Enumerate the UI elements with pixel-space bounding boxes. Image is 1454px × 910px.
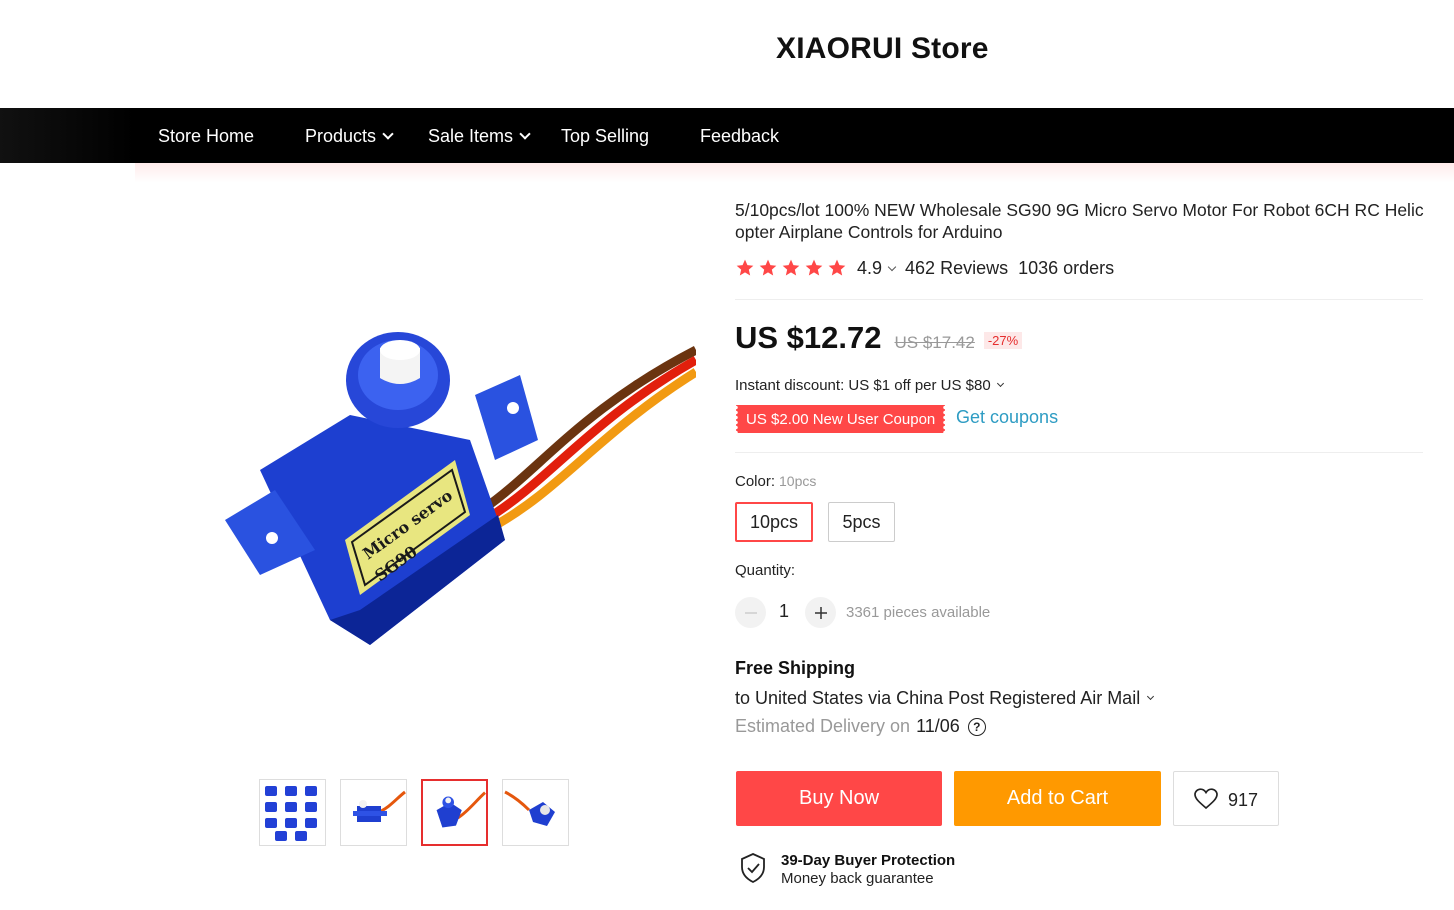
nav-label: Top Selling [561, 125, 650, 146]
nav-label: Sale Items [428, 125, 514, 146]
orders-count: 1036 orders [1018, 257, 1115, 278]
color-label: Color: 10pcs [735, 473, 816, 490]
thumbnail-strip [259, 779, 569, 846]
available-quantity: 3361 pieces available [846, 604, 991, 621]
shipping-title: Free Shipping [735, 658, 856, 678]
get-coupons-link[interactable]: Get coupons [956, 407, 1058, 428]
star-icon [759, 259, 777, 276]
rating-value[interactable]: 4.9 [857, 258, 882, 279]
nav-sale-items[interactable]: Sale Items [428, 125, 531, 147]
quantity-increase-button[interactable] [805, 597, 836, 628]
divider [735, 452, 1423, 453]
protection-subtitle: Money back guarantee [781, 870, 934, 887]
star-rating [735, 258, 847, 278]
thumbnail-front[interactable] [421, 779, 488, 846]
help-icon[interactable]: ? [967, 717, 986, 736]
reviews-link[interactable]: 462 Reviews [905, 258, 1008, 279]
rating-row: 4.9 462 Reviews 1036 orders [735, 256, 1114, 280]
color-label-text: Color: [735, 473, 776, 490]
product-title: 5/10pcs/lot 100% NEW Wholesale SG90 9G M… [735, 200, 1424, 242]
main-product-image[interactable]: Micro servo SG90 [220, 320, 699, 660]
buy-now-button[interactable]: Buy Now [736, 771, 942, 826]
servo-angle-thumbnail [504, 790, 555, 826]
star-icon [805, 259, 823, 276]
servo-motor-image: Micro servo SG90 [225, 332, 699, 645]
delivery-label: Estimated Delivery on [735, 716, 911, 736]
plus-icon [814, 606, 827, 619]
nav-shadow [135, 163, 1454, 183]
servo-side-thumbnail [353, 790, 406, 822]
color-selected-value: 10pcs [779, 473, 817, 489]
star-icon [782, 259, 800, 276]
estimated-delivery: Estimated Delivery on 11/06 ? [735, 716, 986, 737]
quantity-label: Quantity: [735, 562, 796, 579]
thumbnail-side[interactable] [340, 779, 407, 846]
nav-products[interactable]: Products [305, 125, 394, 147]
original-price: US $17.42 [894, 333, 975, 352]
price-row: US $12.72 US $17.42 -27% [735, 320, 1023, 360]
chevron-down-icon [382, 128, 394, 140]
nav-label: Feedback [700, 125, 780, 146]
buyer-protection: 39-Day Buyer Protection Money back guara… [739, 852, 955, 889]
servo-pack-thumbnail [265, 786, 317, 841]
star-icon [828, 259, 846, 276]
thumbnail-angle[interactable] [502, 779, 569, 846]
nav-feedback[interactable]: Feedback [700, 125, 779, 147]
quantity-input[interactable]: 1 [779, 601, 789, 622]
chevron-down-icon [519, 128, 531, 140]
new-user-coupon[interactable]: US $2.00 New User Coupon [733, 405, 948, 433]
store-header: XIAORUI Store [0, 0, 1454, 108]
wishlist-button[interactable]: 917 [1173, 771, 1279, 826]
star-icon [736, 259, 754, 276]
chevron-down-icon[interactable] [887, 262, 897, 271]
protection-title: 39-Day Buyer Protection [781, 852, 956, 869]
servo-front-thumbnail [436, 791, 486, 828]
nav-label: Store Home [158, 125, 255, 146]
instant-discount[interactable]: Instant discount: US $1 off per US $80 [735, 377, 1004, 394]
divider [735, 299, 1423, 300]
nav-top-selling[interactable]: Top Selling [561, 125, 649, 147]
discount-badge: -27% [983, 332, 1023, 349]
shield-check-icon [741, 853, 765, 884]
color-option-10pcs[interactable]: 10pcs [735, 502, 813, 542]
delivery-date: 11/06 [916, 716, 960, 736]
shipping-method-text: to United States via China Post Register… [735, 688, 1141, 708]
nav-label: Products [305, 125, 377, 146]
current-price: US $12.72 [735, 320, 882, 355]
thumbnail-pack[interactable] [259, 779, 326, 846]
protection-text: 39-Day Buyer Protection Money back guara… [781, 852, 955, 889]
color-option-5pcs[interactable]: 5pcs [828, 502, 895, 542]
chevron-down-icon [1147, 692, 1155, 701]
nav-fade [0, 108, 135, 163]
heart-icon [1194, 787, 1218, 809]
store-name[interactable]: XIAORUI Store [776, 32, 989, 66]
add-to-cart-button[interactable]: Add to Cart [954, 771, 1161, 826]
quantity-decrease-button[interactable] [735, 597, 766, 628]
wishlist-count: 917 [1227, 790, 1259, 810]
shipping-method-selector[interactable]: to United States via China Post Register… [735, 688, 1155, 709]
nav-store-home[interactable]: Store Home [158, 125, 254, 147]
instant-discount-text: Instant discount: US $1 off per US $80 [735, 377, 991, 394]
minus-icon [744, 611, 757, 614]
chevron-down-icon [996, 379, 1004, 388]
